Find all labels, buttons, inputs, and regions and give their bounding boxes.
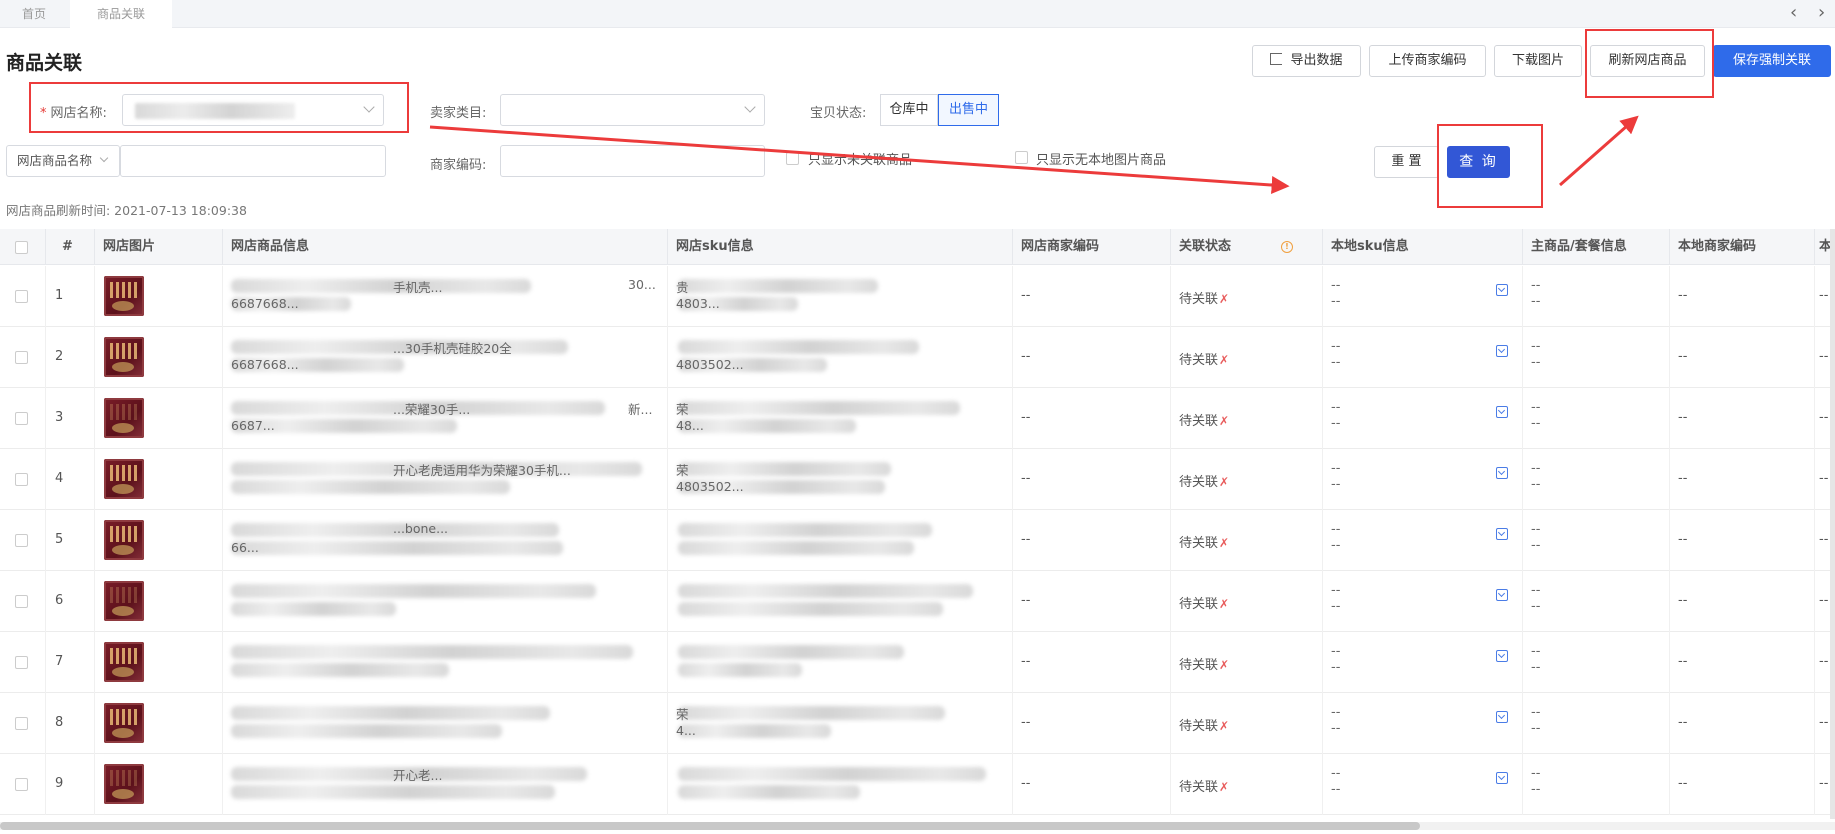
annotation-arrow-to-refresh: [1559, 115, 1639, 187]
annotation-arrow-to-query: [429, 125, 1290, 194]
goods-association-page: 首页 商品关联 ‹ › 商品关联 导出数据 上传商家编码 下载图片 刷新网店商品…: [0, 0, 1835, 834]
annotation-arrows: [429, 115, 1639, 194]
